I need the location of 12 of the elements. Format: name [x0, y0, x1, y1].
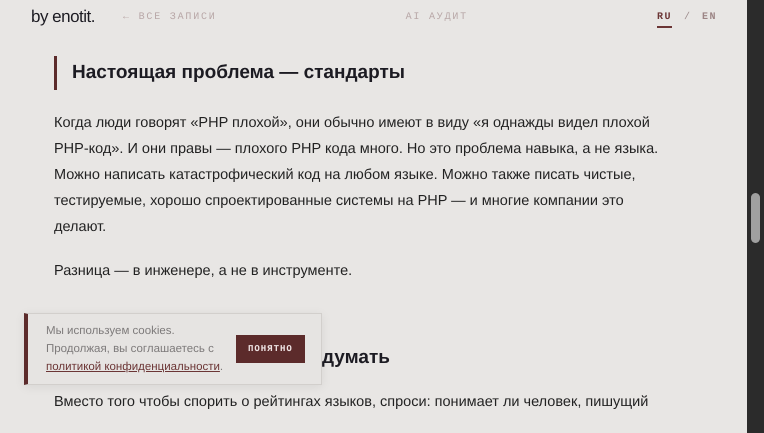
- paragraph: Вместо того чтобы спорить о рейтингах языков, спроси: понимает ли человек, пишущий: [54, 393, 650, 412]
- accept-button[interactable]: ПОНЯТНО: [236, 335, 305, 363]
- paragraph: Когда люди говорят «PHP плохой», они обычно имеют в виду «я однажды видел плохой PHP-код». И они правы — плохого PHP кода много. Но это проблема навыка, а не языка. Можно написать катастрофический код на любом языке. Можно также писать чистые, тестируемые, хорошо спроектированные системы на PHP — и многие компании это делают.: [54, 114, 660, 237]
- section-heading: Настоящая проблема — стандарты: [54, 56, 666, 90]
- paragraph: Разница — в инженере, а не в инструменте.: [54, 262, 354, 281]
- privacy-policy-link[interactable]: политикой конфиденциальности: [46, 361, 220, 373]
- scrollbar[interactable]: [747, 0, 764, 433]
- language-separator: /: [684, 12, 690, 22]
- site-logo[interactable]: by enotit.: [31, 7, 95, 27]
- language-link[interactable]: RU: [656, 12, 672, 28]
- scrollbar-thumb[interactable]: [751, 193, 760, 243]
- section-heading: думать: [322, 346, 391, 370]
